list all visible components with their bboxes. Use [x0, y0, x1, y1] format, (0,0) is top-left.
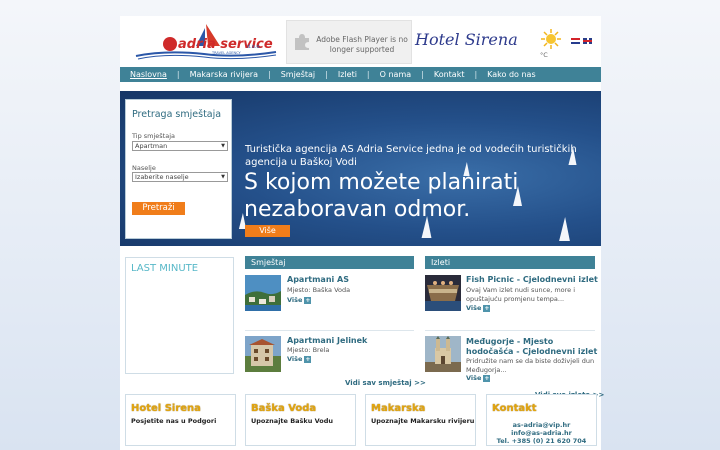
box-text: Posjetite nas u Podgori	[131, 417, 217, 425]
nav-item-smjestaj[interactable]: Smještaj	[281, 67, 315, 82]
flash-placeholder: Adobe Flash Player is no longer supporte…	[286, 20, 412, 64]
nav-item-naslovna[interactable]: Naslovna	[130, 67, 167, 82]
more-link[interactable]: Više +	[287, 355, 312, 364]
nav-separator: |	[176, 70, 180, 79]
medugorje-photo[interactable]	[425, 336, 461, 372]
type-label: Tip smještaja	[132, 132, 175, 140]
box-text: Upoznajte Bašku Vodu	[251, 417, 334, 425]
more-link-label: Više	[287, 355, 303, 363]
nav-separator: |	[268, 70, 271, 79]
last-minute-title[interactable]: LAST MINUTE	[131, 263, 198, 274]
flag-uk-icon[interactable]	[583, 38, 592, 44]
item-title[interactable]: Apartmani Jelinek	[287, 336, 367, 346]
logo-doo: d.o.o.	[247, 44, 261, 50]
item-title[interactable]: Međugorje - Mjesto	[466, 337, 553, 347]
more-link-label: Više	[287, 296, 303, 304]
item-location: Mjesto: Baška Voda	[287, 286, 351, 294]
baska-voda-box[interactable]: Baška Voda Upoznajte Bašku Vodu	[245, 394, 356, 446]
plus-icon: +	[304, 296, 312, 304]
place-label: Naselje	[132, 164, 156, 172]
contact-email[interactable]: info@as-adria.hr	[487, 429, 596, 437]
apartmani-jelinek-photo[interactable]	[245, 336, 281, 372]
main-nav: Naslovna | Makarska rivijera | Smještaj …	[120, 67, 601, 82]
hero-subtitle: Turistička agencija AS Adria Service jed…	[245, 144, 577, 168]
site-logo[interactable]: adria service TRAVEL AGENCY d.o.o.	[126, 22, 284, 62]
box-title: Hotel Sirena	[131, 403, 201, 414]
nav-separator: |	[325, 70, 328, 79]
more-link[interactable]: Više +	[466, 374, 491, 383]
item-description: Pridružite nam se da biste doživjeli dun	[466, 357, 595, 365]
nav-item-kontakt[interactable]: Kontakt	[434, 67, 465, 82]
contact-box: Kontakt as-adria@vip.hr info@as-adria.hr…	[486, 394, 597, 446]
accommodation-header[interactable]: Smještaj	[245, 256, 414, 269]
logo-subtext: TRAVEL AGENCY	[211, 51, 242, 55]
contact-email[interactable]: as-adria@vip.hr	[487, 421, 596, 429]
hero-more-button[interactable]: Više	[245, 225, 290, 237]
hotel-sirena-box[interactable]: Hotel Sirena Posjetite nas u Podgori	[125, 394, 236, 446]
box-text: Upoznajte Makarsku rivijeru	[371, 417, 475, 425]
item-location: Mjesto: Brela	[287, 346, 330, 354]
item-title[interactable]: Fish Picnic - Cjelodnevni izlet	[466, 275, 598, 285]
makarska-box[interactable]: Makarska Upoznajte Makarsku rivijeru	[365, 394, 476, 446]
plus-icon: +	[483, 304, 491, 312]
nav-separator: |	[366, 70, 370, 79]
type-select-value: Apartman	[135, 142, 168, 150]
nav-separator: |	[474, 70, 478, 79]
search-title: Pretraga smještaja	[132, 109, 222, 120]
hotel-name[interactable]: Hotel Sirena	[415, 30, 518, 49]
more-link-label: Više	[466, 304, 482, 312]
chevron-down-icon: ▼	[221, 174, 225, 180]
type-select[interactable]: Apartman ▼	[132, 141, 228, 151]
flash-message: Adobe Flash Player is no longer supporte…	[316, 35, 408, 54]
hero-title: S kojom možete planirati nezaboravan odm…	[244, 170, 519, 222]
search-panel: Pretraga smještaja Tip smještaja Apartma…	[125, 99, 232, 239]
place-select[interactable]: Izaberite naselje ▼	[132, 172, 228, 182]
excursions-header[interactable]: Izleti	[425, 256, 595, 269]
contact-phone: Tel. +385 (0) 21 620 704	[496, 437, 587, 445]
more-link[interactable]: Više +	[287, 296, 312, 305]
nav-item-makarska-rivijera[interactable]: Makarska rivijera	[190, 67, 258, 82]
all-accommodation-link[interactable]: Vidi sav smještaj >>	[345, 379, 426, 387]
divider	[245, 330, 414, 331]
more-link-label: Više	[466, 374, 482, 382]
page-container: adria service TRAVEL AGENCY d.o.o. Adobe…	[120, 16, 604, 450]
apartmani-as-photo[interactable]	[245, 275, 281, 311]
fish-picnic-photo[interactable]	[425, 275, 461, 311]
flag-croatia-icon[interactable]	[571, 38, 580, 44]
nav-item-kako-do-nas[interactable]: Kako do nas	[487, 67, 535, 82]
header: adria service TRAVEL AGENCY d.o.o. Adobe…	[120, 16, 601, 66]
box-title: Baška Voda	[251, 403, 317, 414]
item-description: Ovaj Vam izlet nudi sunce, more i	[466, 286, 576, 294]
divider	[425, 330, 595, 331]
plus-icon: +	[304, 355, 312, 363]
nav-separator: |	[421, 70, 424, 79]
plus-icon: +	[483, 374, 491, 382]
more-link[interactable]: Više +	[466, 304, 491, 313]
nav-item-o-nama[interactable]: O nama	[380, 67, 412, 82]
last-minute-box: LAST MINUTE	[125, 257, 234, 374]
item-title[interactable]: hodočašća - Cjelodnevni izlet	[466, 347, 597, 357]
temperature-readout: °C	[540, 51, 548, 59]
chevron-down-icon: ▼	[221, 143, 225, 149]
nav-item-izleti[interactable]: Izleti	[338, 67, 357, 82]
place-select-value: Izaberite naselje	[135, 173, 189, 181]
box-title: Kontakt	[492, 403, 537, 414]
sun-weather-icon	[541, 29, 561, 49]
search-button[interactable]: Pretraži	[132, 202, 185, 215]
item-title[interactable]: Apartmani AS	[287, 275, 349, 285]
puzzle-plugin-icon	[295, 34, 309, 50]
box-title: Makarska	[371, 403, 426, 414]
item-description: opuštajuću promjenu tempa...	[466, 295, 565, 303]
